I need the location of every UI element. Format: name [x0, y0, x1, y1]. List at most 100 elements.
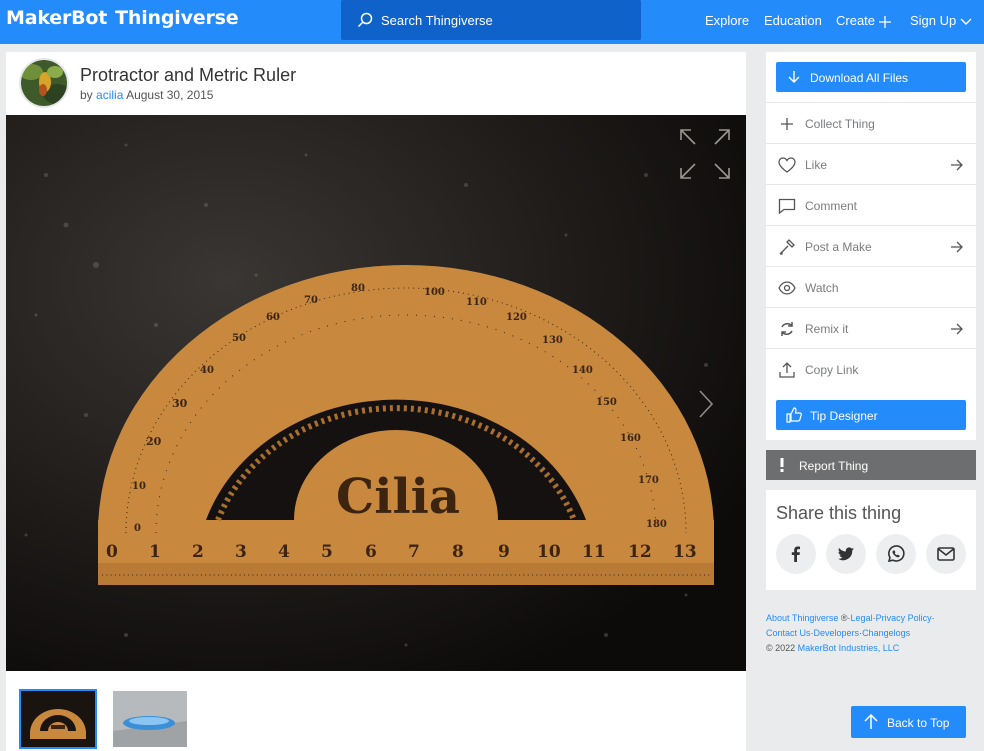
ruler-12: 12	[628, 542, 652, 562]
nav-education[interactable]: Education	[764, 13, 822, 28]
expand-icon[interactable]	[679, 128, 731, 180]
footer-line-1: About Thingiverse ®·Legal·Privacy Policy…	[766, 613, 935, 623]
protractor-left-20: 20	[146, 435, 162, 448]
ruler-6: 6	[365, 542, 377, 562]
footer-registered-mark: ®	[840, 613, 848, 623]
protractor-left-30: 30	[172, 397, 188, 410]
arrow-right-icon	[951, 159, 963, 171]
report-thing-button[interactable]: Report Thing	[766, 450, 976, 480]
footer-links: About Thingiverse ®·Legal·Privacy Policy…	[766, 611, 976, 656]
tip-designer-button[interactable]: Tip Designer	[776, 400, 966, 430]
thumbnail-2-image	[113, 691, 187, 747]
protractor-right-110: 110	[466, 297, 487, 308]
protractor-photo: Cilia 0 1 2 3 4 5 6 7 8 9 10 11 12 13 0 …	[6, 115, 746, 671]
share-facebook-button[interactable]	[776, 534, 816, 574]
top-navigation-bar: MakerBot Thingiverse Search Thingiverse E…	[0, 0, 984, 44]
footer-about-link[interactable]: About Thingiverse	[766, 613, 838, 623]
main-thing-image[interactable]: Cilia 0 1 2 3 4 5 6 7 8 9 10 11 12 13 0 …	[6, 115, 746, 671]
back-to-top-label: Back to Top	[887, 716, 950, 730]
protractor-left-60: 60	[266, 312, 280, 323]
copy-link-action[interactable]: Copy Link	[766, 348, 976, 389]
nav-explore[interactable]: Explore	[705, 13, 749, 28]
thumbs-up-icon	[786, 407, 802, 423]
comment-action[interactable]: Comment	[766, 184, 976, 225]
like-label: Like	[805, 158, 828, 172]
post-a-make-action[interactable]: Post a Make	[766, 225, 976, 266]
thing-main-card: Protractor and Metric Ruler by acilia Au…	[6, 52, 746, 751]
protractor-right-170: 170	[638, 475, 659, 486]
arrow-right-icon	[951, 241, 963, 253]
share-whatsapp-button[interactable]	[876, 534, 916, 574]
exclamation-icon	[780, 458, 784, 472]
footer-line-2: Contact Us·Developers·Changelogs	[766, 628, 911, 638]
byline-by: by	[80, 88, 93, 102]
protractor-left-10: 10	[132, 481, 146, 492]
next-image-chevron-icon[interactable]	[698, 389, 714, 419]
collect-label: Collect Thing	[805, 117, 875, 131]
footer-developers-link[interactable]: Developers	[814, 628, 860, 638]
report-label: Report Thing	[799, 459, 869, 473]
back-to-top-button[interactable]: Back to Top	[851, 706, 966, 738]
like-action[interactable]: Like	[766, 143, 976, 184]
nav-create[interactable]: Create	[836, 13, 892, 28]
logo-makerbot: MakerBot	[6, 7, 108, 29]
author-link[interactable]: acilia	[96, 88, 123, 102]
footer-privacy-link[interactable]: Privacy Policy	[876, 613, 932, 623]
plus-icon	[879, 15, 892, 28]
share-twitter-button[interactable]	[826, 534, 866, 574]
protractor-left-70: 70	[304, 295, 318, 306]
thing-actions-panel: Download All Files Collect Thing Like Co…	[766, 52, 976, 440]
search-bar[interactable]: Search Thingiverse	[341, 0, 641, 40]
remix-icon	[781, 322, 793, 336]
footer-legal-link[interactable]: Legal	[851, 613, 873, 623]
ruler-7: 7	[408, 542, 420, 562]
whatsapp-icon	[887, 545, 905, 563]
download-all-files-button[interactable]: Download All Files	[776, 62, 966, 92]
share-email-button[interactable]	[926, 534, 966, 574]
footer-changelogs-link[interactable]: Changelogs	[862, 628, 910, 638]
avatar[interactable]	[19, 58, 69, 108]
thumbnail-1-image	[21, 691, 95, 747]
email-icon	[937, 547, 955, 561]
logo-thingiverse: Thingiverse	[115, 7, 239, 29]
collect-thing-action[interactable]: Collect Thing	[766, 102, 976, 143]
makerbot-thingiverse-logo[interactable]: MakerBot Thingiverse	[6, 7, 239, 29]
protractor-right-180: 180	[646, 519, 667, 530]
protractor-left-40: 40	[200, 365, 214, 376]
thumbnail-2[interactable]	[113, 691, 187, 747]
ruler-1: 1	[149, 542, 161, 562]
footer-contact-link[interactable]: Contact Us	[766, 628, 811, 638]
share-upload-icon	[779, 362, 795, 378]
watch-action[interactable]: Watch	[766, 266, 976, 307]
nav-sign-up[interactable]: Sign Up	[910, 13, 972, 28]
search-icon	[357, 12, 373, 28]
nav-sign-up-label: Sign Up	[910, 13, 957, 28]
comment-icon	[778, 198, 796, 215]
protractor-right-150: 150	[596, 397, 617, 408]
protractor-left-0: 0	[134, 523, 141, 534]
share-heading: Share this thing	[776, 503, 902, 523]
ruler-5: 5	[321, 542, 333, 562]
download-arrow-icon	[788, 71, 800, 83]
footer-line-3: © 2022 MakerBot Industries, LLC	[766, 641, 976, 656]
publish-date: August 30, 2015	[126, 88, 214, 102]
ruler-2: 2	[192, 542, 204, 562]
download-label: Download All Files	[810, 71, 909, 85]
ruler-10: 10	[537, 542, 561, 562]
arrow-up-icon	[864, 714, 878, 729]
remix-action[interactable]: Remix it	[766, 307, 976, 348]
ruler-13: 13	[673, 542, 697, 562]
plus-icon	[781, 118, 793, 130]
footer-company-link[interactable]: MakerBot Industries, LLC	[798, 643, 900, 653]
thumbnail-1[interactable]	[19, 689, 97, 749]
thing-byline: by acilia August 30, 2015	[80, 88, 213, 102]
protractor-right-100: 100	[424, 287, 445, 298]
protractor-left-80: 80	[351, 283, 365, 294]
post-make-label: Post a Make	[805, 240, 872, 254]
tool-icon	[779, 239, 795, 255]
photo-cilia-text: Cilia	[336, 469, 460, 525]
copy-link-label: Copy Link	[805, 363, 859, 377]
heart-icon	[778, 157, 796, 173]
protractor-right-130: 130	[542, 335, 563, 346]
watch-label: Watch	[805, 281, 839, 295]
